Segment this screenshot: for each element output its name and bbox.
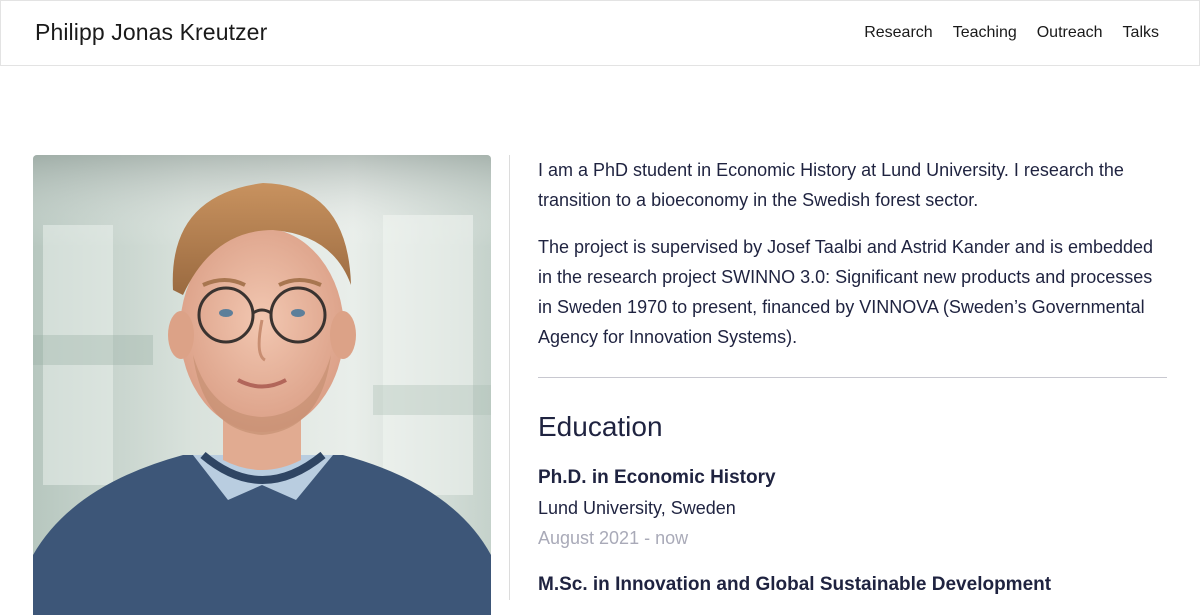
main-content: I am a PhD student in Economic History a…	[538, 155, 1168, 600]
nav-outreach[interactable]: Outreach	[1037, 24, 1103, 42]
nav-talks[interactable]: Talks	[1123, 24, 1159, 42]
section-divider	[538, 377, 1167, 378]
site-header: Philipp Jonas Kreutzer Research Teaching…	[0, 0, 1200, 66]
education-dates: August 2021 - now	[538, 528, 689, 548]
project-paragraph: The project is supervised by Josef Taalb…	[538, 237, 1154, 347]
education-degree: Ph.D. in Economic History	[538, 467, 776, 488]
profile-photo	[33, 155, 491, 615]
education-degree: M.Sc. in Innovation and Global Sustainab…	[538, 574, 1052, 595]
education-item: M.Sc. in Innovation and Global Sustainab…	[538, 570, 1168, 600]
nav-research[interactable]: Research	[864, 24, 932, 42]
education-heading: Education	[538, 411, 663, 442]
portrait-illustration	[33, 155, 491, 615]
intro-paragraph: I am a PhD student in Economic History a…	[538, 160, 1124, 210]
nav-teaching[interactable]: Teaching	[953, 24, 1017, 42]
main-nav: Research Teaching Outreach Talks	[864, 24, 1159, 42]
education-item: Ph.D. in Economic History Lund Universit…	[538, 463, 1168, 553]
site-title-link[interactable]: Philipp Jonas Kreutzer	[35, 19, 267, 46]
column-divider	[509, 155, 510, 600]
education-institution: Lund University, Sweden	[538, 498, 736, 518]
